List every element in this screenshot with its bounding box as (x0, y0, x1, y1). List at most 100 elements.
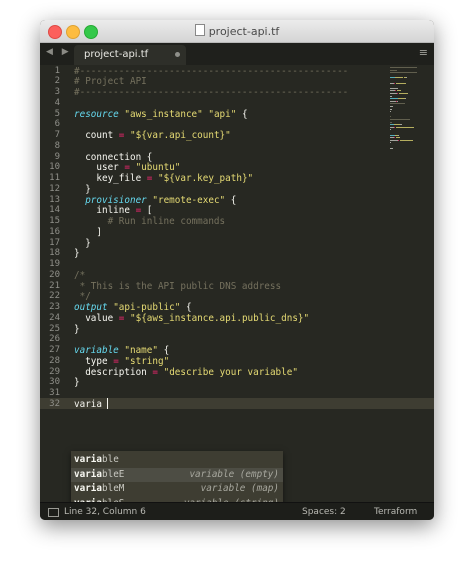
code-token: [ (141, 205, 153, 217)
code-token: "name" (124, 345, 158, 356)
code-line[interactable]: key_file = "${var.key_path}" (74, 173, 253, 184)
minimap-line (394, 126, 396, 128)
minimap-line (394, 82, 396, 84)
code-line[interactable]: type = "string" (74, 356, 169, 367)
line-number: 30 (49, 377, 60, 388)
minimap-line (390, 129, 391, 131)
minimap-line (390, 147, 393, 149)
code-line[interactable]: provisioner "remote-exec" { (74, 195, 236, 206)
code-token: #---------------------------------------… (74, 65, 349, 77)
code-line[interactable]: #---------------------------------------… (74, 87, 348, 98)
code-line[interactable]: } (74, 377, 80, 388)
title-bar: project-api.tf (40, 20, 434, 43)
line-number: 8 (54, 140, 60, 151)
code-token: value (74, 312, 119, 324)
line-number-gutter: 1 2 3 4 5 6 7 8 9 10 11 12 13 14 15 16 17 18 19 20 21 22 23 24 2… (40, 65, 64, 502)
line-number: 20 (49, 269, 60, 280)
code-line[interactable]: output "api-public" { (74, 302, 192, 313)
minimap-line (390, 108, 392, 110)
indentation-setting[interactable]: Spaces: 2 (302, 507, 346, 517)
code-line[interactable]: # Project API (74, 76, 147, 87)
tab-nav-arrows-icon[interactable]: ◀ ▶ (46, 47, 72, 57)
minimap-line (390, 93, 398, 94)
syntax-setting[interactable]: Terraform (374, 507, 417, 517)
code-token: variable (74, 345, 125, 356)
code-line[interactable]: user = "ubuntu" (74, 162, 180, 173)
code-line[interactable]: inline = [ (74, 205, 152, 216)
code-token: resource (74, 108, 125, 120)
autocomplete-item-hint: variable (map) (200, 483, 279, 494)
code-line[interactable]: } (74, 324, 80, 335)
code-token: } (74, 237, 91, 249)
minimap-line (397, 98, 405, 100)
code-line[interactable]: connection { (74, 152, 152, 163)
minimap-line (390, 119, 411, 120)
code-line[interactable]: count = "${var.api_count}" (74, 130, 231, 141)
code-line[interactable]: } (74, 238, 91, 249)
line-number: 26 (49, 334, 60, 345)
unsaved-dot-icon[interactable] (175, 52, 180, 57)
line-number: 16 (49, 226, 60, 237)
code-token: connection { (74, 151, 153, 163)
tab-project-api[interactable]: project-api.tf (74, 45, 186, 65)
line-number: 32 (49, 398, 60, 409)
code-token: { (180, 302, 192, 313)
code-token: description (74, 366, 153, 378)
minimap-line (396, 82, 407, 84)
line-number: 31 (49, 388, 60, 398)
minimap-line (393, 137, 395, 139)
code-line[interactable]: varia (74, 399, 102, 410)
code-token: varia (74, 398, 102, 410)
code-token: "${aws_instance.api.public_dns}" (130, 312, 310, 324)
code-line[interactable]: } (74, 248, 80, 259)
minimap-line (390, 95, 392, 97)
line-number: 28 (49, 355, 60, 366)
code-line[interactable]: } (74, 184, 91, 195)
autocomplete-item-hint: variable (empty) (189, 468, 279, 480)
autocomplete-item[interactable]: variableM variable (map) (71, 482, 283, 496)
autocomplete-item[interactable]: variableE variable (empty) (71, 467, 283, 482)
minimap-line (399, 93, 409, 94)
autocomplete-match-text: varia (74, 454, 102, 465)
code-line[interactable]: resource "aws_instance" "api" { (74, 109, 248, 120)
line-number: 3 (54, 87, 60, 97)
code-token: "api" (208, 108, 237, 120)
minimap-line (393, 124, 401, 126)
panel-toggle-icon[interactable] (48, 508, 59, 517)
autocomplete-rest-text: bleM (102, 483, 125, 494)
line-number: 27 (49, 345, 60, 355)
tab-menu-icon[interactable]: ≡ (419, 46, 428, 59)
code-token: inline (74, 205, 136, 217)
code-token: "${var.key_path}" (157, 173, 254, 184)
code-line[interactable]: description = "describe your variable" (74, 367, 298, 378)
minimap[interactable] (390, 67, 430, 157)
code-token: # Run inline commands (74, 216, 226, 227)
line-number: 23 (49, 302, 60, 312)
code-line[interactable]: #---------------------------------------… (74, 66, 348, 77)
code-token: "api-public" (113, 302, 181, 313)
autocomplete-item[interactable]: variable (71, 453, 283, 467)
code-line[interactable]: # Run inline commands (74, 216, 226, 227)
code-token: "ubuntu" (135, 162, 181, 174)
code-line[interactable]: /* (74, 270, 85, 281)
minimap-line (399, 139, 413, 141)
line-number: 15 (49, 216, 60, 226)
code-token: { (225, 194, 237, 206)
code-line[interactable]: value = "${aws_instance.api.public_dns}" (74, 313, 309, 324)
code-line[interactable]: variable "name" { (74, 345, 169, 356)
code-line[interactable]: * This is the API public DNS address (74, 281, 282, 292)
autocomplete-rest-text: bleE (102, 468, 125, 480)
code-token: "aws_instance" (124, 108, 203, 120)
line-number: 17 (49, 237, 60, 248)
code-line[interactable]: ] (74, 227, 102, 238)
code-token: output (74, 302, 114, 313)
line-number: 5 (54, 108, 60, 119)
line-number: 1 (54, 65, 60, 76)
minimap-line (397, 100, 399, 102)
code-editor[interactable]: 1 2 3 4 5 6 7 8 9 10 11 12 13 14 15 16 17 18 19 20 21 22 23 24 2… (40, 65, 434, 513)
line-number: 10 (49, 162, 60, 173)
code-line[interactable]: */ (74, 291, 91, 302)
minimap-line (397, 139, 399, 141)
line-number: 19 (49, 259, 60, 269)
autocomplete-match-text: varia (74, 483, 102, 494)
